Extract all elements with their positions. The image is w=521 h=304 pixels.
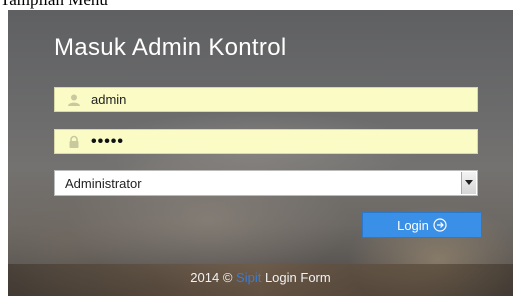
role-select[interactable]: Administrator [54,170,478,196]
username-field[interactable]: admin [54,87,478,112]
login-button[interactable]: Login [362,212,482,238]
password-field[interactable]: ••••• [54,129,478,154]
chevron-down-icon [465,180,473,185]
page-caption: Tampilan Menu [0,0,108,9]
user-icon [67,93,81,107]
footer-prefix: 2014 © [190,270,233,285]
login-button-label: Login [397,217,429,233]
password-value: ••••• [91,132,125,150]
login-panel: Masuk Admin Kontrol admin ••••• Administ… [8,10,513,296]
footer-suffix: Login Form [264,270,331,285]
footer: 2014 © Sipit Login Form [8,270,513,285]
footer-brand-link[interactable]: Sipit [236,270,261,285]
username-value: admin [91,92,127,107]
arrow-right-circle-icon [433,218,447,232]
login-title: Masuk Admin Kontrol [54,34,287,61]
role-selected-value: Administrator [65,176,142,191]
dropdown-arrow[interactable] [461,172,476,194]
lock-icon [67,135,81,149]
